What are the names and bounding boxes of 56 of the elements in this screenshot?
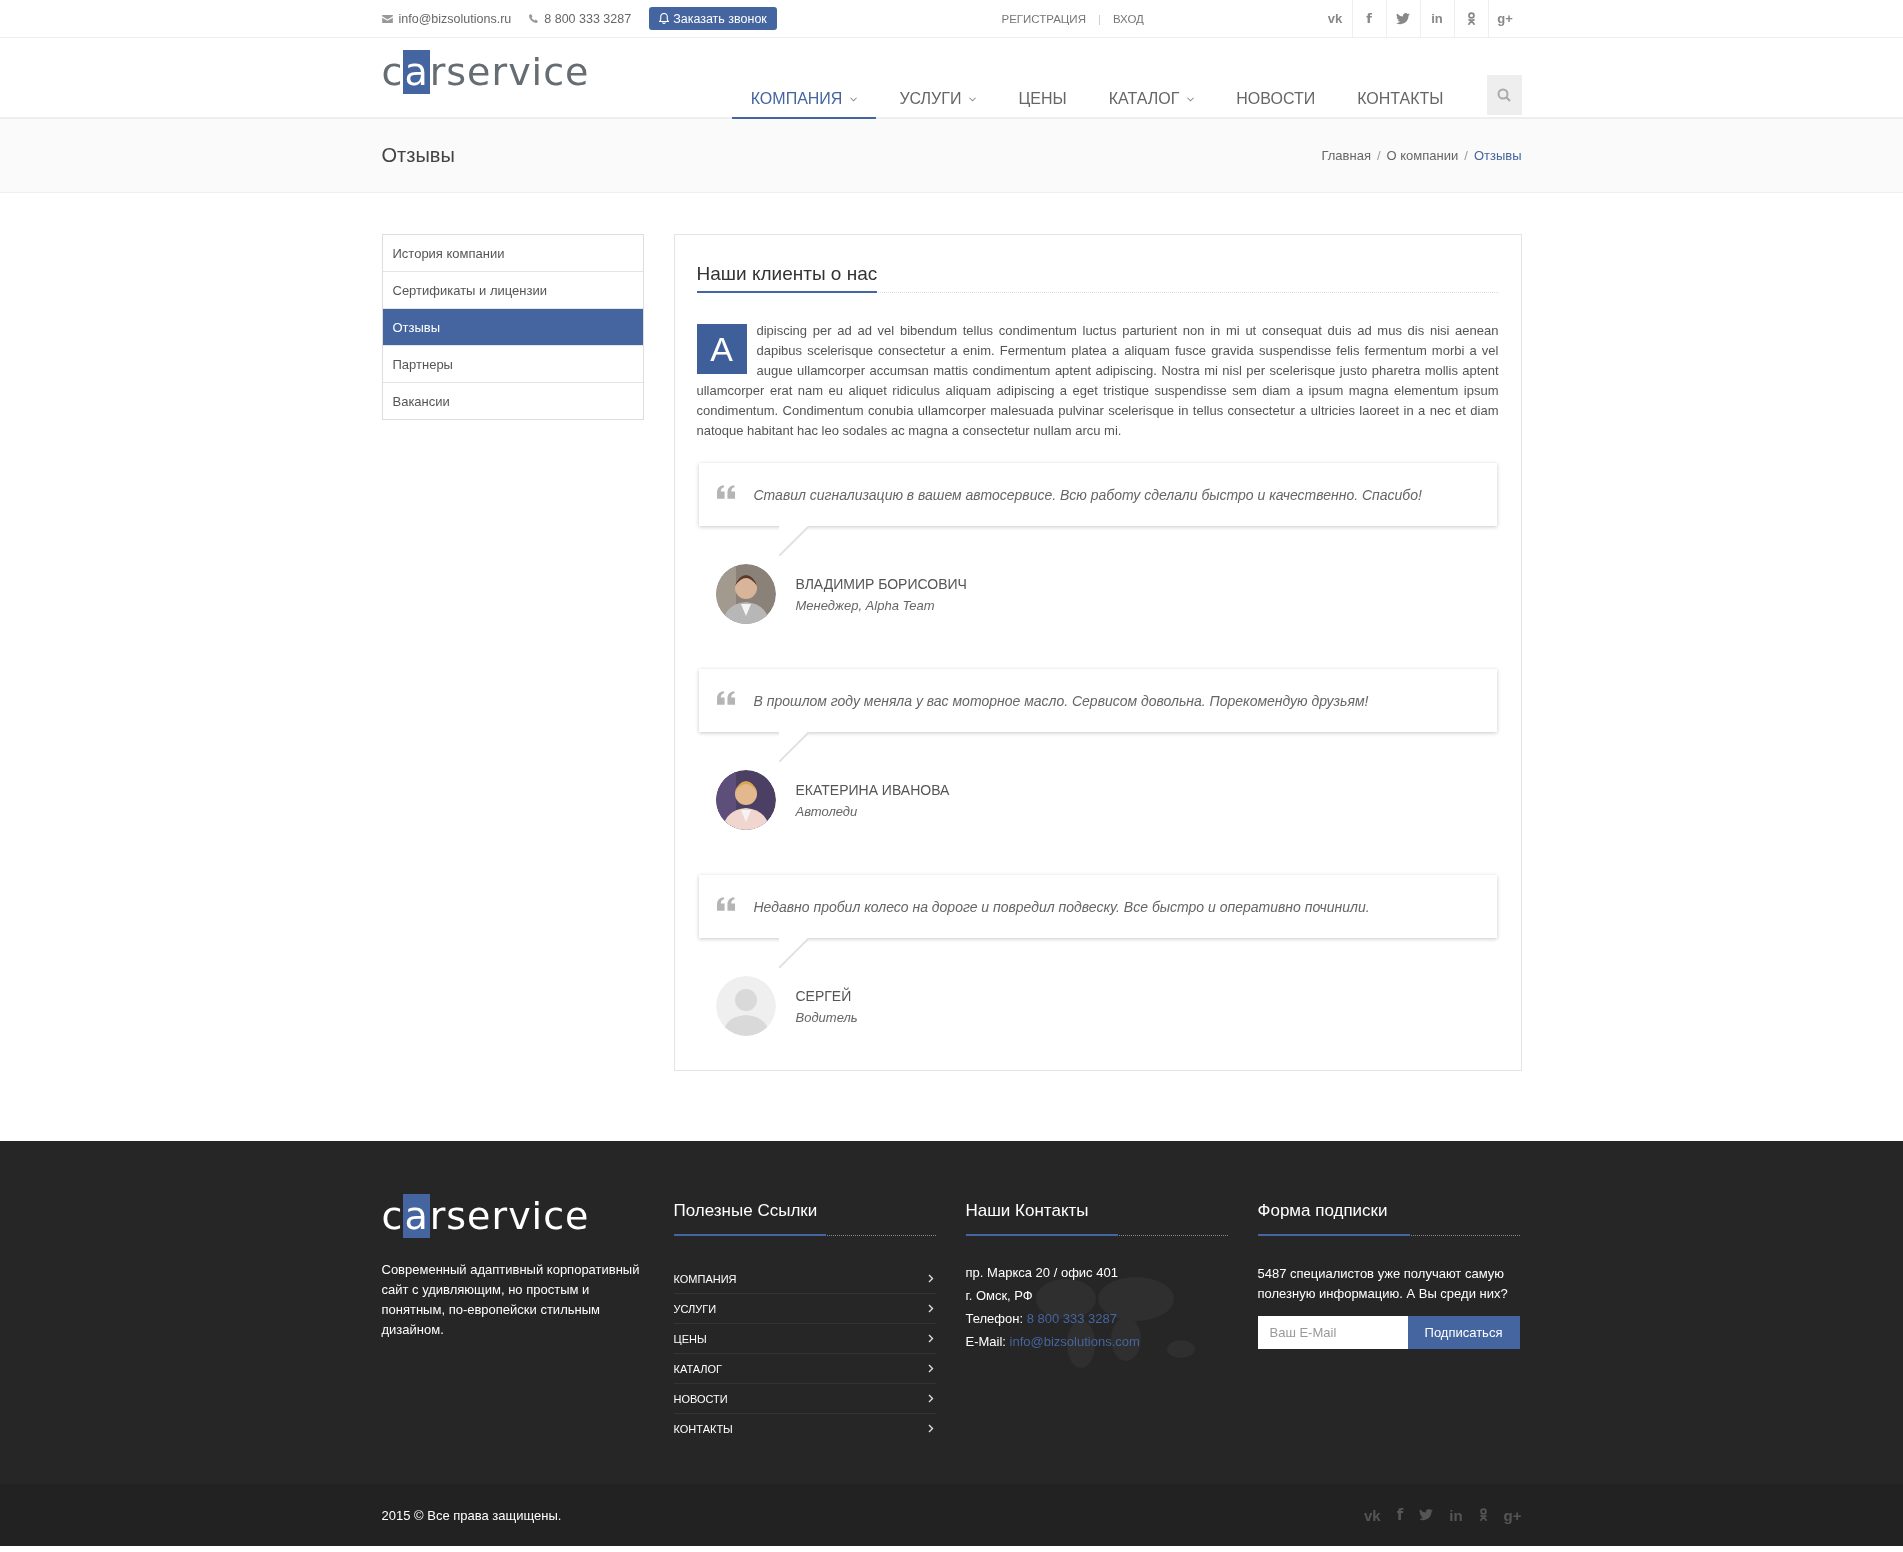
- author-role: Автоледи: [795, 803, 859, 819]
- sidebar-item[interactable]: Партнеры: [382, 345, 643, 382]
- breadcrumb-link[interactable]: Отзывы: [1473, 148, 1522, 163]
- breadcrumb-separator: /: [1376, 148, 1381, 163]
- author-role: Водитель: [795, 1009, 858, 1025]
- linkedin-icon[interactable]: in: [1431, 12, 1443, 25]
- section-heading: Наши клиенты о нас: [696, 263, 878, 293]
- email-input[interactable]: Ваш E-Mail: [1257, 1316, 1408, 1349]
- author-role: Менеджер, Alpha Team: [795, 597, 936, 613]
- column-heading: Наши Контакты: [965, 1200, 1090, 1221]
- site-logo[interactable]: ca rservice: [381, 52, 590, 94]
- breadcrumb-link[interactable]: О компании: [1386, 148, 1459, 163]
- footer-link[interactable]: ЦЕНЫ: [673, 1324, 936, 1354]
- footer-link[interactable]: КОМПАНИЯ: [673, 1264, 936, 1294]
- testimonial-quote: Недавно пробил колесо на дороге и повредил подвеску. Все быстро и оперативно починили.: [753, 898, 1370, 915]
- phone-number: 8 800 333 3287: [544, 11, 632, 26]
- author-name: ВЛАДИМИР БОРИСОВИЧ: [795, 575, 967, 592]
- sidebar-item[interactable]: История компании: [382, 235, 643, 271]
- copyright-text: 2015 © Все права защищены.: [381, 1507, 562, 1523]
- subscribe-text: 5487 специалистов уже получают самую полезную информацию. А Вы среди них?: [1257, 1265, 1509, 1303]
- testimonial-quote: В прошлом году меняла у вас моторное масло. Сервисом довольна. Порекомендую друзьям!: [753, 692, 1369, 709]
- register-link[interactable]: РЕГИСТРАЦИЯ: [1001, 12, 1086, 25]
- nav-item[interactable]: ЦЕНЫ: [999, 75, 1086, 119]
- author-name: ЕКАТЕРИНА ИВАНОВА: [795, 781, 950, 798]
- breadcrumb-link[interactable]: Главная: [1321, 148, 1371, 163]
- column-heading: Форма подписки: [1257, 1200, 1389, 1221]
- sidebar-item[interactable]: Вакансии: [382, 382, 643, 419]
- sidebar-item[interactable]: Отзывы: [382, 308, 643, 345]
- email-link[interactable]: info@bizsolutions.ru: [398, 11, 512, 26]
- callback-button[interactable]: Заказать звонок: [649, 7, 777, 30]
- nav-item[interactable]: КОНТАКТЫ: [1338, 75, 1463, 119]
- breadcrumb-separator: /: [1464, 148, 1468, 163]
- facebook-icon[interactable]: f: [1366, 12, 1372, 25]
- column-heading: Полезные Ссылки: [673, 1200, 819, 1221]
- site-logo[interactable]: ca rservice: [381, 1196, 644, 1238]
- nav-item[interactable]: КАТАЛОГ: [1089, 75, 1214, 119]
- footer-link[interactable]: УСЛУГИ: [673, 1294, 936, 1324]
- address-line: г. Омск, РФ: [965, 1287, 1034, 1304]
- author-name: СЕРГЕЙ: [795, 987, 853, 1004]
- page-title: Отзывы: [381, 144, 455, 167]
- address-line: пр. Маркса 20 / офис 401: [965, 1264, 1119, 1281]
- separator: |: [1097, 12, 1101, 25]
- vk-icon[interactable]: vk: [1327, 12, 1343, 25]
- login-link[interactable]: ВХОД: [1112, 12, 1144, 25]
- phone-label: Телефон:: [965, 1311, 1024, 1326]
- footer-link[interactable]: КОНТАКТЫ: [673, 1414, 936, 1443]
- footer-link[interactable]: НОВОСТИ: [673, 1384, 936, 1414]
- email-label: E-Mail:: [965, 1334, 1006, 1349]
- subscribe-button[interactable]: Подписаться: [1407, 1316, 1520, 1349]
- footer-link[interactable]: КАТАЛОГ: [673, 1354, 936, 1384]
- about-text: Современный адаптивный корпоративный сайт с удивляющим, но простым и понятным, по-европейски стильным дизайном.: [381, 1260, 641, 1339]
- nav-item[interactable]: НОВОСТИ: [1217, 75, 1335, 119]
- googleplus-icon[interactable]: g+: [1497, 12, 1513, 25]
- testimonial-quote: Ставил сигнализацию в вашем автосервисе. Всю работу сделали быстро и качественно. Спасибо!: [753, 486, 1422, 503]
- nav-item[interactable]: УСЛУГИ: [880, 75, 996, 119]
- body-paragraph: A dipiscing per ad ad vel bibendum tellus condimentum luctus parturient non in mi ut consequat duis ad mus dis nisi aenean dapibus scelerisque consectetur a enim. Fermentum platea a aliquam fusce gravida suspendisse felis fermentum morbi a vel augue ullamcorper accumsan mattis condimentum aptent adipiscing. Nostra mi nisl per scelerisque justo pharetra mollis aptent ullamcorper erat nam eu aliquet ridiculus aliquam adipiscing a eget tristique suspendisse sem diam a ipsum magna elementum ipsum condimentum. Condimentum conubia ullamcorper malesuada pulvinar scelerisque in tellus consectetur a ultricies laoreet in a nec et diam natoque habitant hac leo sodales ac magna a consectetur nullam arcu mi.: [696, 322, 1499, 440]
